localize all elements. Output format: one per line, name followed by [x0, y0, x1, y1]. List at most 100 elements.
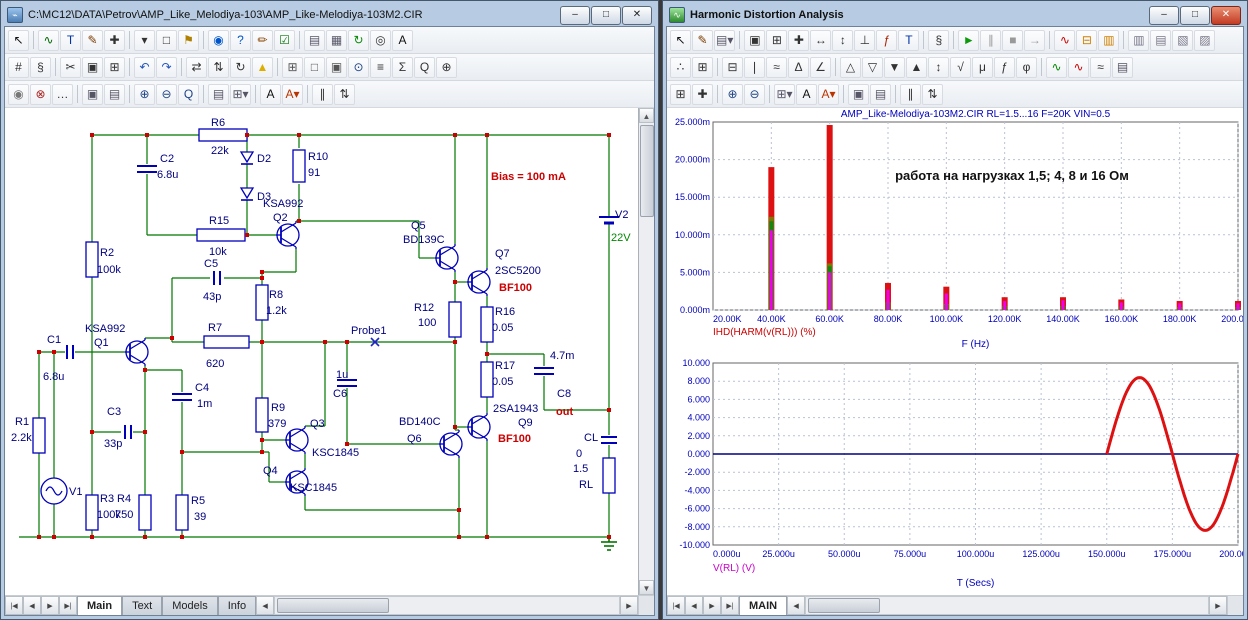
hscroll-track[interactable]: [274, 596, 620, 615]
graphics-mode-icon[interactable]: ✎: [692, 30, 713, 51]
copy-page-icon[interactable]: ▣: [82, 84, 103, 105]
pan-mode-icon[interactable]: ✚: [692, 84, 713, 105]
valley-icon[interactable]: ▽: [862, 57, 883, 78]
scroll-down-arrow[interactable]: ▼: [639, 580, 654, 595]
undo-icon[interactable]: ↶: [134, 57, 155, 78]
grid-dropdown-icon[interactable]: ⊞▾: [230, 84, 251, 105]
stop-circle-icon[interactable]: ⊗: [30, 84, 51, 105]
font-icon[interactable]: A: [796, 84, 817, 105]
data-points-icon[interactable]: ∴: [670, 57, 691, 78]
hscroll-thumb[interactable]: [277, 598, 389, 613]
nav-next-button[interactable]: ▶: [703, 596, 721, 615]
plot-area[interactable]: 25.000m20.000m15.000m10.000m5.000m0.000m…: [667, 108, 1243, 595]
minimize-button[interactable]: –: [1149, 6, 1179, 25]
vertical-cursor-icon[interactable]: ❘: [744, 57, 765, 78]
tab-text[interactable]: Text: [122, 596, 162, 615]
graphics-mode-icon[interactable]: ✎: [82, 30, 103, 51]
properties-icon[interactable]: §: [928, 30, 949, 51]
component-dropdown-icon[interactable]: ▾: [134, 30, 155, 51]
cursor-mode-icon[interactable]: ⊥: [854, 30, 875, 51]
hscroll-left-arrow[interactable]: ◀: [787, 596, 805, 615]
min-icon[interactable]: ▼: [884, 57, 905, 78]
split-v-icon[interactable]: ⇅: [334, 84, 355, 105]
grid-page-icon[interactable]: ▦: [326, 30, 347, 51]
zoom-out-icon[interactable]: ⊖: [156, 84, 177, 105]
select-mode-icon[interactable]: ↖: [8, 30, 29, 51]
rotate-icon[interactable]: ↻: [230, 57, 251, 78]
schematic-vertical-scrollbar[interactable]: ▲ ▼: [639, 108, 654, 595]
vscroll-thumb[interactable]: [640, 125, 654, 217]
zoom-fit-icon[interactable]: ⊙: [348, 57, 369, 78]
zoom-in-icon[interactable]: ⊕: [722, 84, 743, 105]
shape-rect-icon[interactable]: □: [156, 30, 177, 51]
zoom-window-icon[interactable]: ⊞: [766, 30, 787, 51]
wave-green-icon[interactable]: ∿: [1046, 57, 1067, 78]
zoom-out-icon[interactable]: ⊖: [744, 84, 765, 105]
copy-page-icon[interactable]: ▣: [848, 84, 869, 105]
zoom-in-icon[interactable]: ⊕: [134, 84, 155, 105]
border-icon[interactable]: □: [304, 57, 325, 78]
schematic-titlebar[interactable]: ⌁ C:\MC12\DATA\Petrov\AMP_Like_Melodiya-…: [4, 4, 655, 26]
maximize-button[interactable]: □: [1180, 6, 1210, 25]
hscroll-left-arrow[interactable]: ◀: [256, 596, 274, 615]
crosshair-icon[interactable]: ✚: [104, 30, 125, 51]
flag-mode-icon[interactable]: ⚑: [178, 30, 199, 51]
annotation-icon[interactable]: ✏: [252, 30, 273, 51]
attribute-icon[interactable]: A: [392, 30, 413, 51]
close-button[interactable]: ✕: [1211, 6, 1241, 25]
tab-info[interactable]: Info: [218, 596, 256, 615]
export-icon[interactable]: ▤: [1112, 57, 1133, 78]
harmonic-chart[interactable]: 25.000m20.000m15.000m10.000m5.000m0.000m…: [667, 108, 1243, 350]
info-mode-icon[interactable]: ◉: [208, 30, 229, 51]
split-h-icon[interactable]: ∥: [900, 84, 921, 105]
horizontal-cursor-icon[interactable]: ⊟: [722, 57, 743, 78]
hscroll-track[interactable]: [805, 596, 1209, 615]
freq-icon[interactable]: ƒ: [994, 57, 1015, 78]
hscroll-right-arrow[interactable]: ▶: [620, 596, 638, 615]
limits-icon[interactable]: ⊟: [1076, 30, 1097, 51]
nav-first-button[interactable]: |◀: [667, 596, 685, 615]
tab-models[interactable]: Models: [162, 596, 217, 615]
transient-chart[interactable]: 10.0008.0006.0004.0002.0000.000-2.000-4.…: [667, 355, 1243, 595]
rms-icon[interactable]: √: [950, 57, 971, 78]
search-next-icon[interactable]: ⊕: [436, 57, 457, 78]
analysis-titlebar[interactable]: ∿ Harmonic Distortion Analysis – □ ✕: [666, 4, 1244, 26]
baseline-icon[interactable]: ≈: [766, 57, 787, 78]
tile-vertical-icon[interactable]: ▥: [1128, 30, 1149, 51]
nav-last-button[interactable]: ▶|: [721, 596, 739, 615]
scroll-up-arrow[interactable]: ▲: [639, 108, 654, 123]
grid-icon[interactable]: ⊞: [282, 57, 303, 78]
pan-icon[interactable]: ✚: [788, 30, 809, 51]
pin-numbers-icon[interactable]: §: [30, 57, 51, 78]
flip-h-icon[interactable]: ⇄: [186, 57, 207, 78]
title-block-icon[interactable]: ▣: [326, 57, 347, 78]
text-page-icon[interactable]: ▤: [304, 30, 325, 51]
status-icon[interactable]: ◉: [8, 84, 29, 105]
zoom-select-icon[interactable]: Q: [178, 84, 199, 105]
tokens-icon[interactable]: ⊞: [692, 57, 713, 78]
select-mode-icon[interactable]: ↖: [670, 30, 691, 51]
select-region-icon[interactable]: ▣: [744, 30, 765, 51]
step-icon[interactable]: →: [1024, 30, 1045, 51]
flip-v-icon[interactable]: ⇅: [208, 57, 229, 78]
hscroll-right-arrow[interactable]: ▶: [1209, 596, 1227, 615]
delta-icon[interactable]: Δ: [788, 57, 809, 78]
wire-mode-icon[interactable]: ∿: [38, 30, 59, 51]
hscroll-thumb[interactable]: [808, 598, 880, 613]
scale-x-icon[interactable]: ↔: [810, 30, 831, 51]
grid-dropdown-icon[interactable]: ⊞▾: [774, 84, 795, 105]
search-icon[interactable]: Q: [414, 57, 435, 78]
maximize-button[interactable]: □: [591, 6, 621, 25]
scale-y-icon[interactable]: ↕: [832, 30, 853, 51]
tab-main[interactable]: MAIN: [739, 596, 787, 615]
warning-icon[interactable]: ▲: [252, 57, 273, 78]
font-color-icon[interactable]: A▾: [282, 84, 303, 105]
font-color-icon[interactable]: A▾: [818, 84, 839, 105]
enable-region-icon[interactable]: ☑: [274, 30, 295, 51]
stack-icon[interactable]: ≈: [1090, 57, 1111, 78]
split-v-icon[interactable]: ⇅: [922, 84, 943, 105]
node-numbers-icon[interactable]: #: [8, 57, 29, 78]
close-button[interactable]: ✕: [622, 6, 652, 25]
cascade-icon[interactable]: ▧: [1172, 30, 1193, 51]
align-icon[interactable]: ≡: [370, 57, 391, 78]
